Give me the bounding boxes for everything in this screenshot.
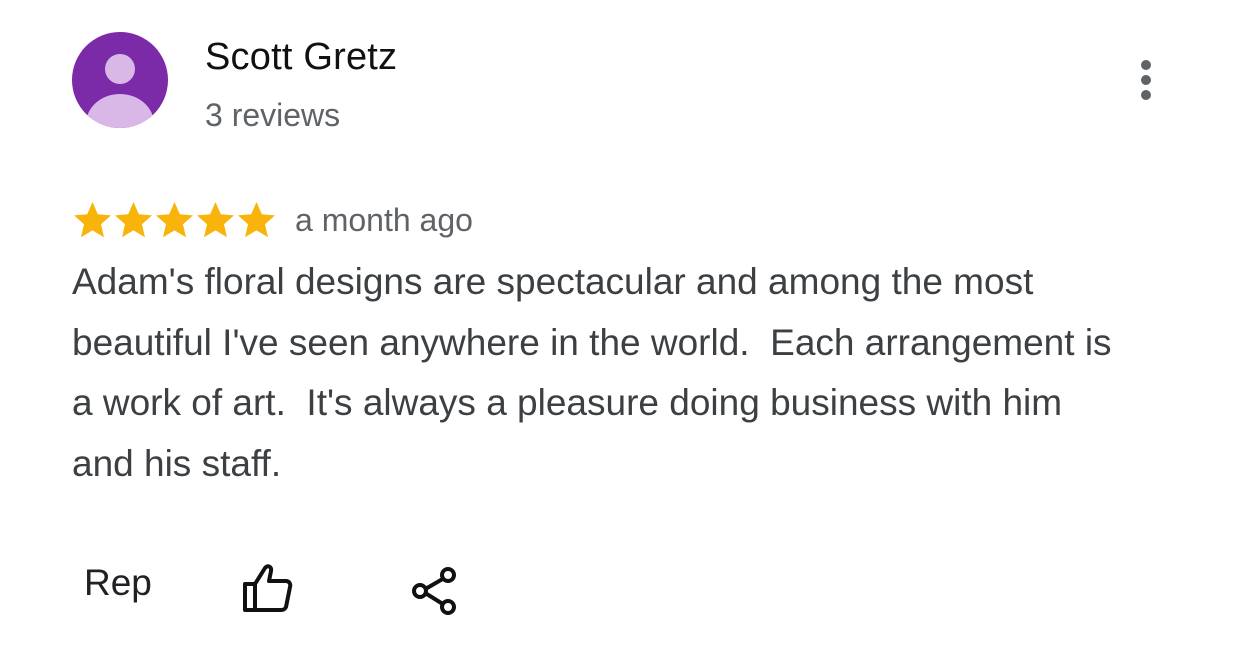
star-icon [238,202,275,238]
more-options-button[interactable] [1126,56,1166,104]
star-rating [72,200,277,240]
review-count[interactable]: 3 reviews [205,97,340,134]
star-icon [115,202,152,238]
avatar[interactable] [72,32,168,128]
reply-button[interactable]: Rep [84,562,152,604]
star-icon [156,202,193,238]
review-text: Adam's floral designs are spectacular an… [72,261,1122,484]
like-button[interactable] [240,560,296,616]
star-icon [74,202,111,238]
share-icon [412,567,456,615]
review-actions: Rep [84,556,504,620]
rating-row: a month ago [72,196,473,244]
review-date: a month ago [295,201,473,238]
review-card: Scott Gretz 3 reviews a month ago Adam's… [0,0,1242,656]
thumbs-up-icon [243,564,293,612]
person-silhouette-icon [86,54,154,128]
star-icon [197,202,234,238]
author-name[interactable]: Scott Gretz [205,36,397,79]
share-button[interactable] [408,564,462,618]
more-vertical-icon [1141,60,1151,100]
